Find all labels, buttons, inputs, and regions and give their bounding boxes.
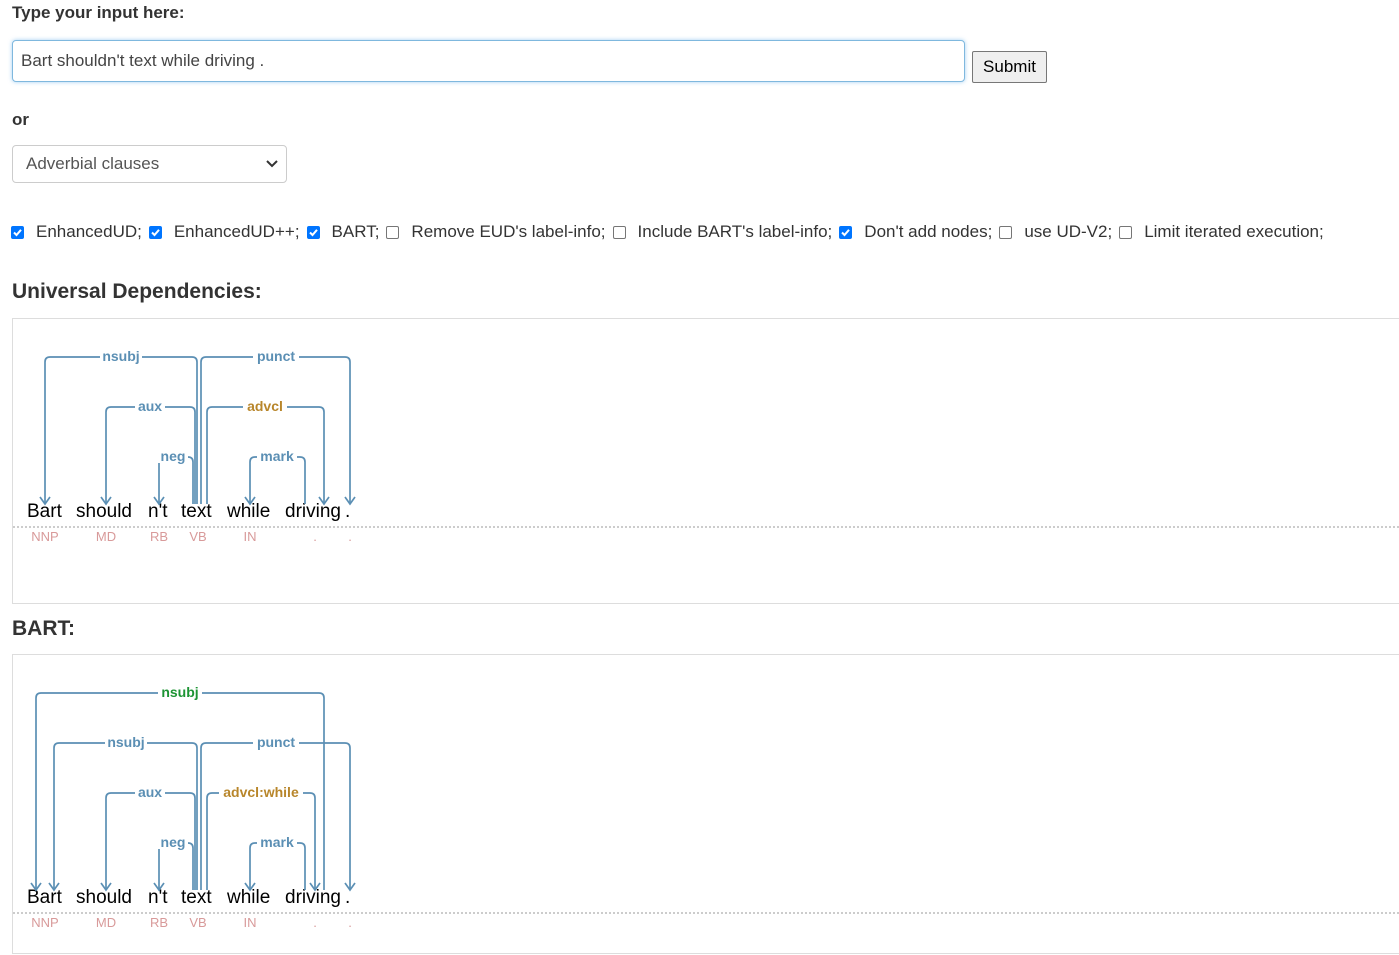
arc-label: nsubj	[107, 734, 144, 750]
dependency-arc: nsubj	[48, 734, 198, 892]
example-select[interactable]: Adverbial clauses	[12, 145, 287, 183]
bart-section-title: BART:	[12, 617, 75, 640]
arc-label: aux	[138, 784, 162, 800]
token-word: should	[76, 887, 132, 908]
token-pos: NNP	[31, 915, 58, 930]
ud-graph-panel: Bart NNP should MD n't RB text VB while IN driving…	[12, 318, 1399, 604]
option-label: Remove EUD's label-info;	[411, 222, 606, 241]
checkmark-icon	[308, 228, 318, 236]
token-word: text	[181, 501, 212, 522]
sentence-input[interactable]	[12, 40, 965, 82]
dependency-arc: punct	[200, 734, 356, 892]
token-word: driving	[285, 887, 341, 908]
arc-label: neg	[161, 834, 186, 850]
arc-label: advcl	[247, 398, 283, 414]
or-label: or	[12, 110, 29, 129]
option-checkbox[interactable]	[11, 225, 24, 239]
option-checkbox[interactable]	[612, 225, 626, 239]
dependency-arc: mark	[244, 448, 306, 506]
checkmark-icon	[151, 228, 160, 236]
arc-label: neg	[161, 448, 186, 464]
input-label: Type your input here:	[12, 3, 185, 22]
arc-label: aux	[138, 398, 162, 414]
token-pos: MD	[96, 915, 116, 930]
token-word: Bart	[27, 887, 63, 908]
option-checkbox[interactable]	[306, 225, 320, 239]
bart-graph-panel: Bart NNP should MD n't RB text VB while IN driving…	[12, 654, 1399, 954]
option-label: use UD-V2;	[1024, 222, 1113, 241]
token-pos: VB	[189, 529, 206, 544]
arc-label: nsubj	[102, 348, 139, 364]
checkmark-icon	[841, 228, 851, 236]
token-word: while	[226, 501, 270, 522]
arc-label: punct	[257, 734, 295, 750]
token-word: driving	[285, 501, 341, 522]
submit-button[interactable]: Submit	[972, 51, 1047, 83]
dependency-arc: mark	[244, 834, 306, 892]
token-pos: .	[313, 529, 317, 544]
token-word: while	[226, 887, 270, 908]
option-label: EnhancedUD;	[36, 222, 142, 241]
token-pos: IN	[244, 915, 257, 930]
option-6[interactable]: use UD-V2;	[999, 222, 1112, 242]
dependency-arc: neg	[153, 834, 194, 892]
option-checkbox[interactable]	[999, 225, 1013, 239]
option-label: Include BART's label-info;	[637, 222, 833, 241]
dependency-arc: neg	[153, 448, 194, 506]
token-word: text	[181, 887, 212, 908]
token-pos: RB	[150, 915, 168, 930]
option-label: Don't add nodes;	[864, 222, 993, 241]
dependency-arc: nsubj	[39, 348, 198, 506]
option-checkbox[interactable]	[1119, 225, 1133, 239]
option-label: BART;	[331, 222, 380, 241]
option-0[interactable]: EnhancedUD;	[11, 222, 142, 242]
option-checkbox[interactable]	[386, 225, 400, 239]
option-1[interactable]: EnhancedUD++;	[148, 222, 300, 242]
token-pos: .	[313, 915, 317, 930]
token-pos: NNP	[31, 529, 58, 544]
option-7[interactable]: Limit iterated execution;	[1119, 222, 1324, 242]
arc-label: punct	[257, 348, 295, 364]
option-2[interactable]: BART;	[306, 222, 380, 242]
option-5[interactable]: Don't add nodes;	[839, 222, 992, 242]
token-pos: RB	[150, 529, 168, 544]
token-pos: VB	[189, 915, 206, 930]
ud-dependency-graph: BartNNPshouldMDn'tRBtextVBwhileINdriving…	[13, 348, 1399, 544]
token-pos: MD	[96, 529, 116, 544]
token-pos: IN	[244, 529, 257, 544]
ud-section-title: Universal Dependencies:	[12, 280, 262, 303]
option-label: EnhancedUD++;	[173, 222, 300, 241]
token-word: should	[76, 501, 132, 522]
arc-label: mark	[260, 834, 294, 850]
token-pos: .	[348, 529, 352, 544]
option-label: Limit iterated execution;	[1144, 222, 1324, 241]
bart-dependency-graph: BartNNPshouldMDn'tRBtextVBwhileINdriving…	[13, 684, 1399, 930]
arc-label: nsubj	[161, 684, 198, 700]
arc-label: advcl:while	[223, 784, 299, 800]
arc-label: mark	[260, 448, 294, 464]
checkmark-icon	[13, 228, 22, 236]
dependency-arc: punct	[200, 348, 356, 506]
chevron-down-icon	[266, 160, 278, 168]
token-pos: .	[348, 915, 352, 930]
example-select-value: Adverbial clauses	[26, 154, 160, 173]
option-checkbox[interactable]	[148, 225, 162, 239]
option-4[interactable]: Include BART's label-info;	[612, 222, 833, 242]
option-checkbox[interactable]	[839, 225, 853, 239]
option-3[interactable]: Remove EUD's label-info;	[386, 222, 606, 242]
options-row: EnhancedUD; EnhancedUD++; BART; Remove EUD'…	[11, 221, 1331, 243]
